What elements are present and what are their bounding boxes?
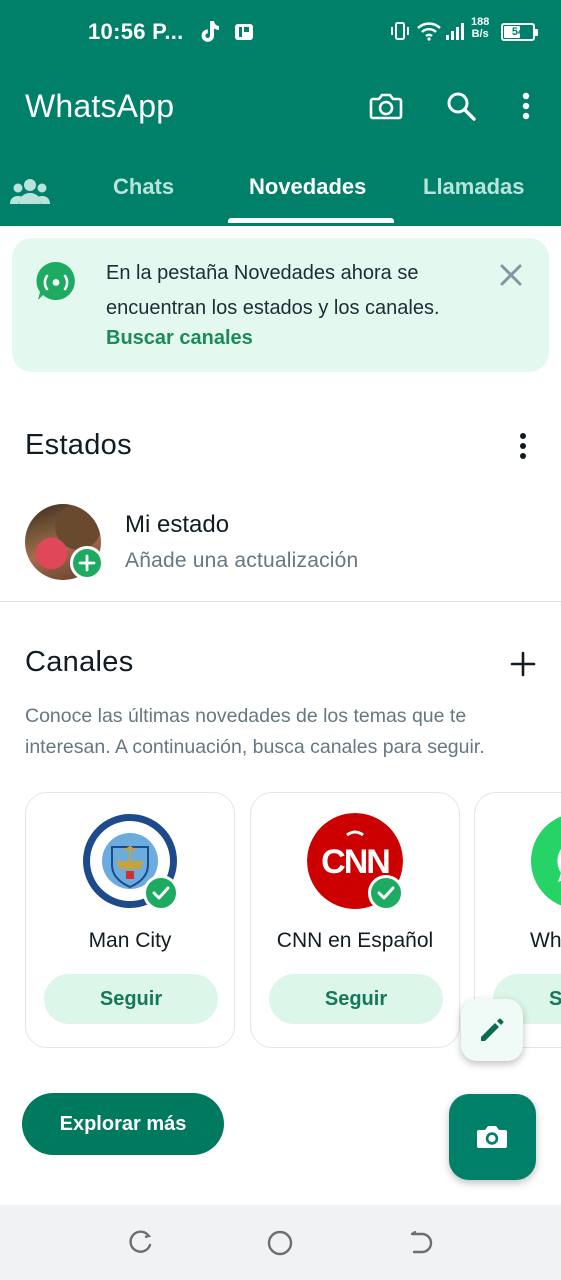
canales-title: Canales bbox=[25, 646, 134, 678]
channel-card-cnn[interactable]: CNN CNN en Español Seguir bbox=[250, 792, 460, 1048]
my-status-name[interactable]: Mi estado bbox=[125, 511, 229, 539]
tab-llamadas[interactable]: Llamadas bbox=[423, 174, 525, 200]
verified-badge-icon bbox=[368, 875, 404, 911]
channel-name: Wh bbox=[530, 929, 561, 952]
edit-status-button[interactable] bbox=[461, 999, 523, 1061]
channels-icon bbox=[36, 261, 75, 300]
vibrate-icon bbox=[391, 22, 409, 40]
app-header: 10:56 P... 188 B/s 54 WhatsApp Chats Nov… bbox=[0, 0, 561, 226]
status-time: 10:56 P... bbox=[88, 19, 184, 44]
wifi-icon bbox=[417, 22, 441, 41]
add-channel-icon[interactable] bbox=[509, 650, 537, 678]
more-vert-icon[interactable] bbox=[508, 88, 544, 124]
recent-apps-icon[interactable] bbox=[126, 1229, 154, 1257]
follow-button[interactable]: Seguir bbox=[44, 974, 218, 1024]
home-icon[interactable] bbox=[266, 1229, 294, 1257]
channel-name: Man City bbox=[88, 929, 172, 952]
battery-level: 54 bbox=[511, 26, 525, 38]
signal-icon bbox=[446, 23, 464, 40]
camera-status-button[interactable] bbox=[449, 1094, 536, 1180]
my-status-subtitle: Añade una actualización bbox=[125, 549, 359, 572]
channel-name: CNN en Español bbox=[276, 929, 434, 952]
active-tab-indicator bbox=[228, 218, 394, 223]
estados-title: Estados bbox=[25, 429, 132, 461]
network-speed: 188 B/s bbox=[471, 16, 490, 40]
estados-more-icon[interactable] bbox=[519, 432, 527, 462]
status-bar: 10:56 P... 188 B/s 54 bbox=[0, 0, 561, 64]
camera-icon[interactable] bbox=[368, 88, 404, 124]
pencil-icon bbox=[481, 1018, 504, 1041]
app-title: WhatsApp bbox=[25, 88, 175, 124]
tab-chats[interactable]: Chats bbox=[113, 174, 174, 200]
communities-icon[interactable] bbox=[10, 176, 50, 206]
system-nav-bar bbox=[0, 1205, 561, 1280]
battery-icon: 54 bbox=[501, 23, 538, 41]
tab-novedades[interactable]: Novedades bbox=[249, 174, 366, 200]
add-status-icon[interactable] bbox=[70, 546, 104, 580]
explore-more-button[interactable]: Explorar más bbox=[22, 1093, 224, 1155]
canales-description: Conoce las últimas novedades de los tema… bbox=[25, 705, 485, 758]
verified-badge-icon bbox=[143, 875, 179, 911]
whatsapp-channel-logo bbox=[531, 816, 561, 906]
search-icon[interactable] bbox=[443, 88, 479, 124]
tiktok-icon bbox=[201, 21, 219, 42]
close-icon[interactable] bbox=[496, 260, 526, 290]
section-divider bbox=[0, 601, 561, 602]
camera-icon bbox=[477, 1126, 507, 1148]
follow-button[interactable]: Seguir bbox=[269, 974, 443, 1024]
notification-app-icon bbox=[235, 24, 253, 40]
tab-bar: Chats Novedades Llamadas bbox=[0, 160, 561, 226]
channel-card-man-city[interactable]: Man City Seguir bbox=[25, 792, 235, 1048]
search-channels-link[interactable]: Buscar canales bbox=[106, 327, 253, 350]
banner-text: En la pestaña Novedades ahora se encuent… bbox=[106, 262, 440, 319]
info-banner: En la pestaña Novedades ahora se encuent… bbox=[12, 238, 549, 372]
back-icon[interactable] bbox=[406, 1229, 434, 1257]
